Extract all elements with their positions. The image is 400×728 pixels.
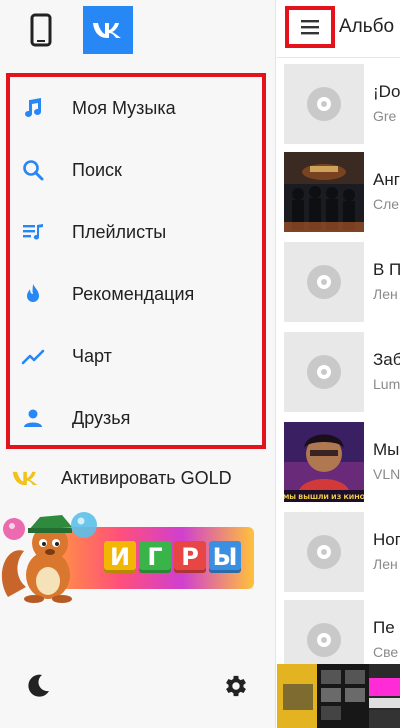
playlist-icon [20, 219, 46, 245]
album-artist: Lum [373, 376, 400, 392]
album-artist: Gre [373, 108, 397, 124]
menu-label: Плейлисты [72, 221, 167, 242]
album-artist: Лен [373, 556, 398, 572]
album-cover-placeholder [284, 332, 364, 412]
menu-label: Чарт [72, 345, 112, 366]
menu-item-chart[interactable]: Чарт [10, 325, 262, 387]
games-letter-tile: Р [174, 541, 206, 573]
menu-item-search[interactable]: Поиск [10, 139, 262, 201]
drawer-header [0, 0, 276, 60]
menu-label: Рекомендация [72, 283, 195, 304]
album-art-image [284, 152, 364, 232]
album-title: В П [373, 260, 400, 279]
album-item[interactable]: Заб Lum [277, 330, 400, 418]
menu-label: Друзья [72, 407, 131, 428]
activate-gold-label: Активировать GOLD [61, 468, 232, 488]
flame-icon [20, 281, 46, 307]
menu-hamburger-icon[interactable] [285, 6, 335, 48]
games-title: И Г Р Ы [104, 541, 241, 573]
album-artist: Лен [373, 286, 398, 302]
games-letter-tile: И [104, 541, 136, 573]
album-title: ¡Do [373, 82, 400, 101]
main-menu: Моя Музыка Поиск Плейлисты Рекомендация … [6, 73, 266, 449]
games-letter-tile: Г [139, 541, 171, 573]
person-icon [20, 405, 46, 431]
page-title: Альбо [339, 16, 395, 37]
album-title: Мы [373, 440, 400, 459]
albums-pane: Альбо ¡Do Gre Анг Сле В П Лен Заб Lum МЫ… [277, 0, 400, 728]
album-title: Анг [373, 170, 400, 189]
album-item[interactable]: В П Лен [277, 240, 400, 328]
trend-icon [20, 343, 46, 369]
menu-label: Поиск [72, 159, 122, 180]
album-artist: VLN [373, 466, 400, 482]
phone-icon[interactable] [22, 8, 60, 52]
disc-icon [307, 355, 341, 389]
album-item[interactable]: Анг Сле [277, 150, 400, 238]
album-title: Пе [373, 618, 395, 637]
menu-label: Моя Музыка [72, 97, 176, 118]
squirrel-mascot-image [1, 512, 97, 603]
menu-item-recommendations[interactable]: Рекомендация [10, 263, 262, 325]
gear-icon[interactable] [222, 672, 250, 700]
album-cover-placeholder [284, 64, 364, 144]
album-artist: Сле [373, 196, 400, 212]
disc-icon [307, 87, 341, 121]
album-cover-placeholder [284, 512, 364, 592]
navigation-drawer: Моя Музыка Поиск Плейлисты Рекомендация … [0, 0, 276, 728]
menu-item-friends[interactable]: Друзья [10, 387, 262, 449]
album-artist: Све [373, 644, 399, 660]
vk-gold-icon [10, 466, 42, 490]
games-banner[interactable]: И Г Р Ы [0, 505, 256, 605]
disc-icon [307, 535, 341, 569]
menu-item-playlists[interactable]: Плейлисты [10, 201, 262, 263]
disc-icon [307, 265, 341, 299]
album-cover-placeholder [284, 242, 364, 322]
menu-item-my-music[interactable]: Моя Музыка [10, 77, 262, 139]
drawer-footer [0, 660, 276, 720]
music-note-icon [20, 95, 46, 121]
vk-logo-icon[interactable] [83, 6, 133, 54]
album-item[interactable]: МЫ ВЫШЛИ ИЗ КИНО Мы VLN [277, 420, 400, 508]
games-letter-tile: Ы [209, 541, 241, 573]
albums-header: Альбо [277, 0, 400, 58]
mini-player-banner[interactable] [277, 664, 400, 728]
album-item[interactable]: ¡Do Gre [277, 62, 400, 150]
activate-gold-item[interactable]: Активировать GOLD [0, 458, 276, 498]
moon-icon[interactable] [24, 672, 52, 700]
disc-icon [307, 623, 341, 657]
album-art-caption: МЫ ВЫШЛИ ИЗ КИНО [284, 493, 364, 501]
album-title: Ног [373, 530, 400, 549]
search-icon [20, 157, 46, 183]
album-cover-art: МЫ ВЫШЛИ ИЗ КИНО [284, 422, 364, 502]
album-title: Заб [373, 350, 400, 369]
mini-player-image [277, 664, 400, 728]
album-art-image: МЫ ВЫШЛИ ИЗ КИНО [284, 422, 364, 502]
album-cover-art [284, 152, 364, 232]
album-item[interactable]: Ног Лен [277, 510, 400, 598]
